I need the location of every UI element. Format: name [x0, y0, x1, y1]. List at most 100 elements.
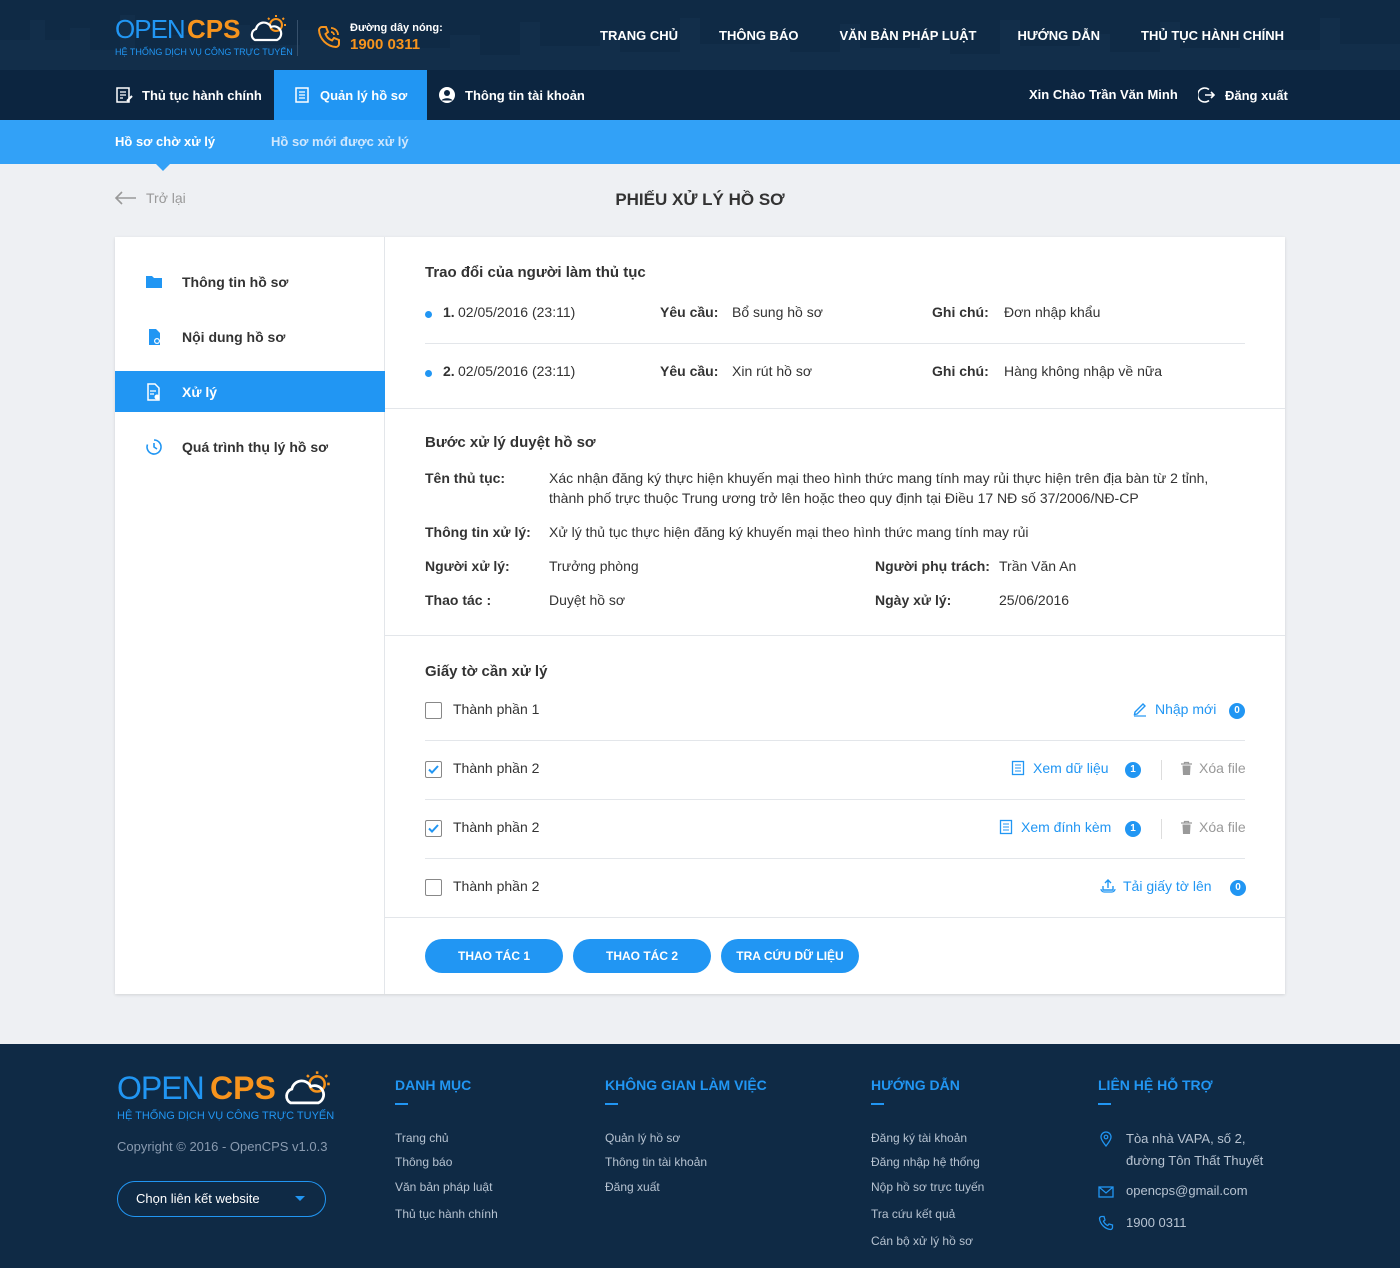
file-list-icon — [295, 87, 309, 103]
logo-cloud-icon — [250, 15, 286, 42]
sidebar-item-process-history[interactable]: Quá trình thụ lý hồ sơ — [115, 426, 385, 467]
checkmark-icon — [428, 824, 439, 833]
exchange-entry-note: Hàng không nhập về nữa — [1004, 363, 1163, 379]
new-entry-button[interactable]: Nhập mới — [1132, 701, 1216, 717]
delete-file-button[interactable]: Xóa file — [1180, 760, 1246, 776]
document-row: Thành phần 2 Xem đính kèm 1 Xóa file — [425, 819, 1246, 839]
sidebar-item-processing[interactable]: Xử lý — [115, 371, 385, 412]
processing-date-field: Ngày xử lý: 25/06/2016 — [875, 590, 1245, 610]
count-badge: 1 — [1125, 762, 1141, 778]
footer-link[interactable]: Nộp hồ sơ trực tuyến — [871, 1180, 984, 1194]
note-label: Ghi chú: — [932, 304, 989, 320]
divider — [425, 343, 1245, 344]
footer-link[interactable]: Đăng xuất — [605, 1180, 660, 1194]
top-header: OPEN CPS HỆ THỐNG DỊCH VỤ CÔNG TRỰC TUYẾ… — [0, 0, 1400, 70]
action-1-button[interactable]: THAO TÁC 1 — [425, 939, 563, 973]
count-badge: 0 — [1229, 703, 1245, 719]
document-icon — [999, 819, 1013, 835]
footer-link[interactable]: Quản lý hồ sơ — [605, 1131, 680, 1145]
exchange-entry-note: Đơn nhập khẩu — [1004, 304, 1101, 320]
document-row: Thành phần 2 Xem dữ liệu 1 Xóa file — [425, 760, 1246, 780]
handler-value: Trưởng phòng — [549, 558, 639, 574]
footer: OPEN CPS HỆ THỐNG DỊCH VỤ CÔNG TRỰC TUYẾ… — [0, 1044, 1400, 1268]
footer-link[interactable]: Thông tin tài khoản — [605, 1155, 707, 1169]
logout-button[interactable]: Đăng xuất — [1198, 70, 1288, 120]
upload-document-button[interactable]: Tải giấy tờ lên — [1100, 878, 1212, 894]
exchange-entry-request: Xin rút hồ sơ — [732, 363, 812, 379]
action-field: Thao tác : Duyệt hồ sơ — [425, 590, 865, 610]
footer-logo[interactable]: OPEN CPS HỆ THỐNG DỊCH VỤ CÔNG TRỰC TUYẾ… — [117, 1070, 337, 1130]
tab-pending-records[interactable]: Hồ sơ chờ xử lý — [115, 120, 215, 164]
footer-link[interactable]: Đăng nhập hệ thống — [871, 1155, 980, 1169]
heading-underline — [1098, 1103, 1111, 1105]
file-icon — [149, 328, 160, 345]
footer-link[interactable]: Văn bản pháp luật — [395, 1180, 492, 1194]
view-data-button[interactable]: Xem dữ liệu — [1010, 760, 1109, 776]
nav-administrative-procedures[interactable]: THỦ TỤC HÀNH CHÍNH — [1141, 28, 1284, 43]
footer-link[interactable]: Cán bộ xử lý hồ sơ — [871, 1234, 973, 1248]
contact-email[interactable]: opencps@gmail.com — [1126, 1180, 1248, 1202]
website-link-select-value: Chọn liên kết website — [136, 1191, 260, 1206]
footer-link[interactable]: Trang chủ — [395, 1131, 449, 1145]
owner-value: Trần Văn An — [999, 558, 1077, 574]
opencps-logo[interactable]: OPEN CPS HỆ THỐNG DỊCH VỤ CÔNG TRỰC TUYẾ… — [115, 14, 293, 60]
processing-date-value: 25/06/2016 — [999, 592, 1070, 608]
procedure-name-label: Tên thủ tục: — [425, 470, 506, 486]
record-processing-card: Thông tin hồ sơ Nội dung hồ sơ Xử lý Quá… — [115, 237, 1285, 994]
section-divider — [385, 917, 1285, 918]
page-title: PHIẾU XỬ LÝ HỒ SƠ — [615, 190, 785, 209]
new-entry-label: Nhập mới — [1155, 701, 1217, 717]
sidebar-item-label: Xử lý — [182, 383, 218, 400]
trash-icon — [1181, 761, 1192, 775]
logo-tagline: HỆ THỐNG DỊCH VỤ CÔNG TRỰC TUYẾN — [117, 1110, 335, 1122]
tab-recently-processed[interactable]: Hồ sơ mới được xử lý — [271, 120, 409, 164]
nav-home[interactable]: TRANG CHỦ — [600, 28, 678, 43]
action-2-button[interactable]: THAO TÁC 2 — [573, 939, 711, 973]
subnav-manage-records[interactable]: Quản lý hồ sơ — [274, 70, 428, 120]
footer-link[interactable]: Thủ tục hành chính — [395, 1207, 498, 1221]
processing-info-value: Xử lý thủ tục thực hiện đăng ký khuyến m… — [549, 524, 1029, 540]
heading-underline — [871, 1103, 884, 1105]
logo-cps-text: CPS — [187, 14, 241, 44]
divider — [425, 740, 1245, 741]
document-checkbox[interactable] — [425, 761, 442, 778]
footer-column-heading: HƯỚNG DẪN — [871, 1077, 960, 1093]
document-checkbox[interactable] — [425, 702, 442, 719]
delete-file-button[interactable]: Xóa file — [1180, 819, 1246, 835]
footer-link[interactable]: Thông báo — [395, 1155, 452, 1169]
logo-tagline: HỆ THỐNG DỊCH VỤ CÔNG TRỰC TUYẾN — [115, 47, 293, 57]
footer-link[interactable]: Đăng ký tài khoản — [871, 1131, 967, 1145]
sidebar-item-record-content[interactable]: Nội dung hồ sơ — [115, 316, 385, 357]
heading-underline — [605, 1103, 618, 1105]
footer-link[interactable]: Tra cứu kết quả — [871, 1207, 955, 1221]
email-icon — [1098, 1186, 1114, 1198]
delete-file-label: Xóa file — [1199, 819, 1246, 835]
checkmark-icon — [428, 765, 439, 774]
user-circle-icon — [439, 87, 455, 103]
lookup-data-button[interactable]: TRA CỨU DỮ LIỆU — [721, 939, 859, 973]
processing-info-field: Thông tin xử lý: Xử lý thủ tục thực hiện… — [425, 522, 1245, 542]
website-link-select[interactable]: Chọn liên kết website — [117, 1181, 326, 1217]
exchange-section-title: Trao đổi của người làm thủ tục — [425, 264, 646, 281]
heading-underline — [395, 1103, 408, 1105]
document-checkbox[interactable] — [425, 879, 442, 896]
nav-announcements[interactable]: THÔNG BÁO — [719, 28, 798, 43]
document-checkbox[interactable] — [425, 820, 442, 837]
copyright-text: Copyright © 2016 - OpenCPS v1.0.3 — [117, 1139, 328, 1154]
user-greeting: Xin Chào Trần Văn Minh — [1029, 87, 1178, 102]
nav-legal-documents[interactable]: VĂN BẢN PHÁP LUẬT — [839, 28, 976, 43]
request-label: Yêu cầu: — [660, 304, 719, 320]
subnav-procedures[interactable]: Thủ tục hành chính — [115, 70, 262, 120]
handler-field: Người xử lý: Trưởng phòng — [425, 556, 865, 576]
view-attachment-button[interactable]: Xem đính kèm — [998, 819, 1111, 835]
nav-guide[interactable]: HƯỚNG DẪN — [1017, 28, 1100, 43]
logo-cloud-icon — [285, 1071, 330, 1105]
footer-column-heading: KHÔNG GIAN LÀM VIỆC — [605, 1077, 767, 1093]
sidebar-item-record-info[interactable]: Thông tin hồ sơ — [115, 261, 385, 302]
back-link[interactable]: Trở lại — [114, 190, 186, 206]
upload-cloud-icon — [1100, 879, 1116, 893]
sidebar-item-label: Thông tin hồ sơ — [182, 273, 289, 290]
owner-field: Người phụ trách: Trần Văn An — [875, 556, 1245, 576]
subnav-account-info[interactable]: Thông tin tài khoản — [438, 70, 585, 120]
subnav-account-info-label: Thông tin tài khoản — [465, 87, 585, 103]
